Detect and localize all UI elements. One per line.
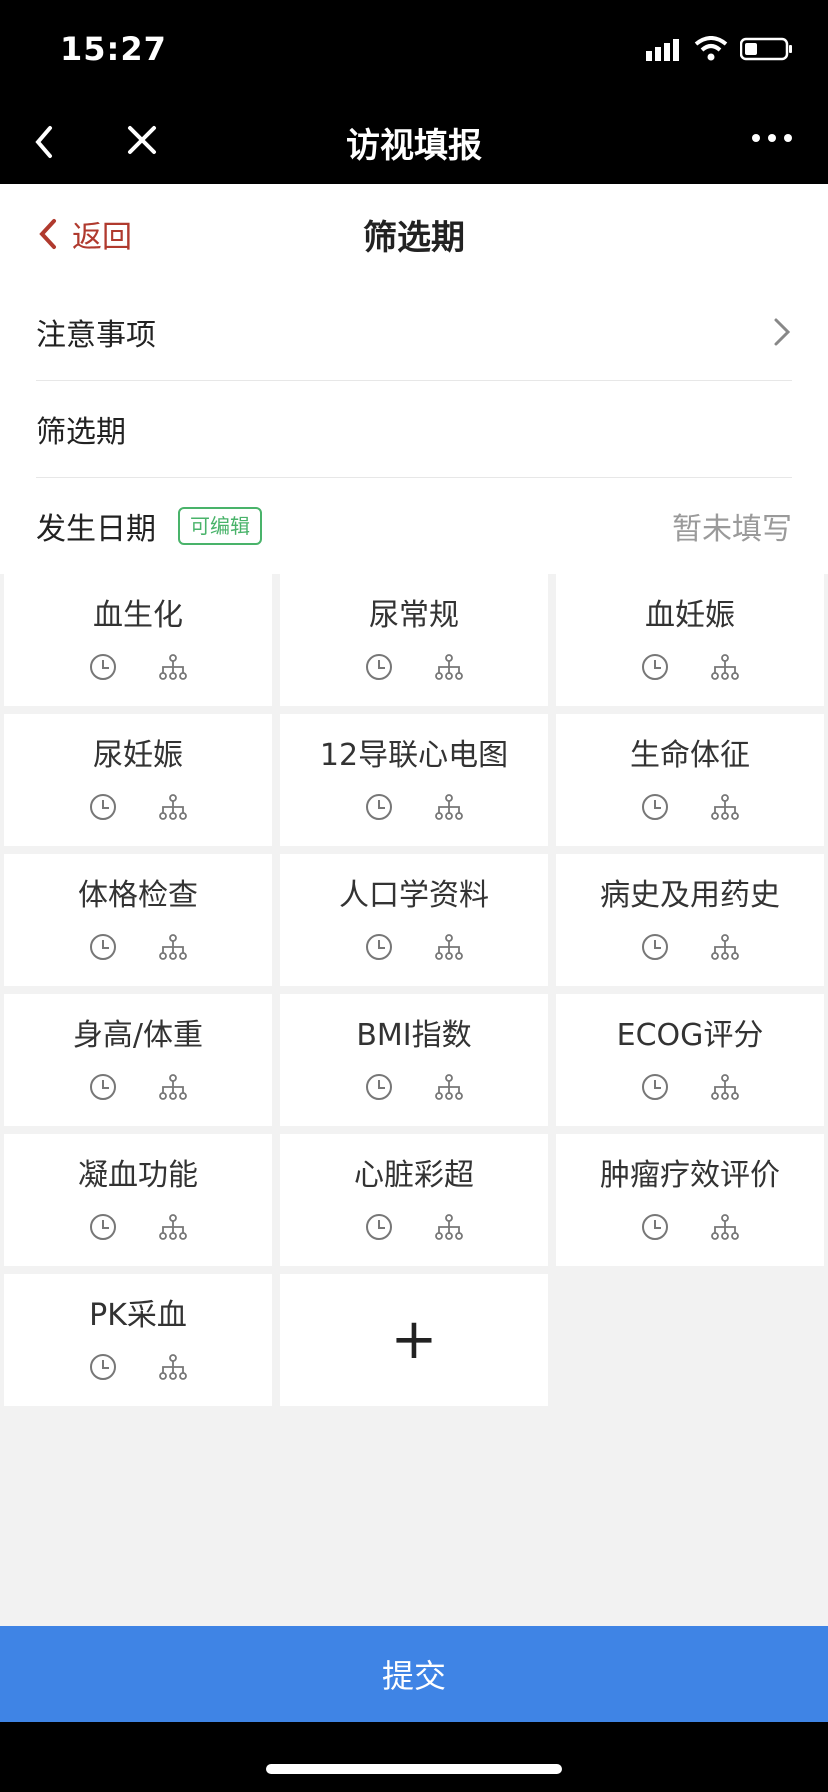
tile-bmi[interactable]: BMI指数 xyxy=(280,994,548,1126)
hierarchy-icon[interactable] xyxy=(710,1072,740,1102)
tile-label: BMI指数 xyxy=(356,1018,472,1053)
more-icon[interactable] xyxy=(750,126,794,150)
clock-icon[interactable] xyxy=(364,1212,394,1242)
notes-label: 注意事项 xyxy=(36,318,156,353)
clock-icon[interactable] xyxy=(364,1072,394,1102)
status-bar: 15:27 xyxy=(0,0,828,100)
clock-icon[interactable] xyxy=(364,932,394,962)
hierarchy-icon[interactable] xyxy=(434,1212,464,1242)
tile-vital-signs[interactable]: 生命体征 xyxy=(556,714,824,846)
clock-icon[interactable] xyxy=(88,652,118,682)
submit-button[interactable]: 提交 xyxy=(0,1626,828,1722)
chevron-right-icon xyxy=(774,318,791,346)
status-icons xyxy=(646,36,794,62)
hierarchy-icon[interactable] xyxy=(158,792,188,822)
hierarchy-icon[interactable] xyxy=(710,1212,740,1242)
tile-echocardiogram[interactable]: 心脏彩超 xyxy=(280,1134,548,1266)
tile-label: 生命体征 xyxy=(630,738,750,773)
page-title: 访视填报 xyxy=(346,126,482,166)
clock-icon[interactable] xyxy=(640,1212,670,1242)
plus-icon: + xyxy=(390,1307,438,1372)
tile-label: 人口学资料 xyxy=(339,878,489,913)
wifi-icon xyxy=(694,36,728,61)
tile-label: 尿常规 xyxy=(369,598,459,633)
nav-title: 筛选期 xyxy=(363,218,465,258)
tile-12-lead-ecg[interactable]: 12导联心电图 xyxy=(280,714,548,846)
clock-icon[interactable] xyxy=(364,792,394,822)
date-row[interactable]: 发生日期 可编辑 暂未填写 xyxy=(36,478,792,574)
main-content: 返回 筛选期 注意事项 筛选期 发生日期 可编辑 暂未填写 血生化 尿常规 血妊… xyxy=(0,184,828,1722)
clock-icon[interactable] xyxy=(640,792,670,822)
clock-icon[interactable] xyxy=(88,792,118,822)
tile-demographics[interactable]: 人口学资料 xyxy=(280,854,548,986)
clock-icon[interactable] xyxy=(640,1072,670,1102)
clock-icon[interactable] xyxy=(364,652,394,682)
tile-coagulation[interactable]: 凝血功能 xyxy=(4,1134,272,1266)
editable-badge: 可编辑 xyxy=(178,507,262,545)
hierarchy-icon[interactable] xyxy=(158,1072,188,1102)
status-time: 15:27 xyxy=(60,30,167,68)
tile-label: PK采血 xyxy=(89,1298,187,1333)
tile-label: 体格检查 xyxy=(78,878,198,913)
clock-icon[interactable] xyxy=(88,1072,118,1102)
hierarchy-icon[interactable] xyxy=(158,1352,188,1382)
signal-icon xyxy=(646,39,679,61)
hierarchy-icon[interactable] xyxy=(158,1212,188,1242)
hierarchy-icon[interactable] xyxy=(434,1072,464,1102)
clock-icon[interactable] xyxy=(88,932,118,962)
tile-blood-biochemistry[interactable]: 血生化 xyxy=(4,574,272,706)
hierarchy-icon[interactable] xyxy=(710,932,740,962)
tile-label: 肿瘤疗效评价 xyxy=(600,1158,780,1193)
tile-label: 血妊娠 xyxy=(645,598,735,633)
tile-label: 12导联心电图 xyxy=(319,738,509,773)
tile-blood-pregnancy[interactable]: 血妊娠 xyxy=(556,574,824,706)
date-label: 发生日期 xyxy=(36,512,156,547)
clock-icon[interactable] xyxy=(640,652,670,682)
hierarchy-icon[interactable] xyxy=(710,792,740,822)
hierarchy-icon[interactable] xyxy=(710,652,740,682)
notes-row[interactable]: 注意事项 xyxy=(36,284,792,381)
clock-icon[interactable] xyxy=(640,932,670,962)
tile-medical-history[interactable]: 病史及用药史 xyxy=(556,854,824,986)
tile-ecog[interactable]: ECOG评分 xyxy=(556,994,824,1126)
hierarchy-icon[interactable] xyxy=(434,932,464,962)
exam-grid: 血生化 尿常规 血妊娠 尿妊娠 12导联心电图 生命体征 体格检查 人口学资料 … xyxy=(4,574,824,1406)
tile-label: 病史及用药史 xyxy=(600,878,780,913)
tile-tumor-response[interactable]: 肿瘤疗效评价 xyxy=(556,1134,824,1266)
info-rows: 注意事项 筛选期 发生日期 可编辑 暂未填写 xyxy=(0,284,828,574)
tile-urine-routine[interactable]: 尿常规 xyxy=(280,574,548,706)
tile-label: 身高/体重 xyxy=(72,1018,204,1053)
period-label: 筛选期 xyxy=(36,415,126,450)
tile-label: 凝血功能 xyxy=(78,1158,198,1193)
add-item-button[interactable]: + xyxy=(280,1274,548,1406)
date-value[interactable]: 暂未填写 xyxy=(672,504,792,548)
hierarchy-icon[interactable] xyxy=(158,652,188,682)
clock-icon[interactable] xyxy=(88,1352,118,1382)
hierarchy-icon[interactable] xyxy=(158,932,188,962)
hierarchy-icon[interactable] xyxy=(434,652,464,682)
wechat-top-bar: 访视填报 xyxy=(0,100,828,184)
tile-height-weight[interactable]: 身高/体重 xyxy=(4,994,272,1126)
battery-icon xyxy=(740,37,792,61)
home-indicator xyxy=(266,1764,562,1774)
tile-urine-pregnancy[interactable]: 尿妊娠 xyxy=(4,714,272,846)
tile-physical-exam[interactable]: 体格检查 xyxy=(4,854,272,986)
sub-nav: 返回 筛选期 xyxy=(0,184,828,285)
tile-pk-blood-sampling[interactable]: PK采血 xyxy=(4,1274,272,1406)
tile-label: 尿妊娠 xyxy=(93,738,183,773)
tile-label: 血生化 xyxy=(93,598,183,633)
clock-icon[interactable] xyxy=(88,1212,118,1242)
hierarchy-icon[interactable] xyxy=(434,792,464,822)
tile-label: 心脏彩超 xyxy=(354,1158,474,1193)
tile-label: ECOG评分 xyxy=(616,1018,764,1053)
period-row: 筛选期 xyxy=(36,381,792,478)
